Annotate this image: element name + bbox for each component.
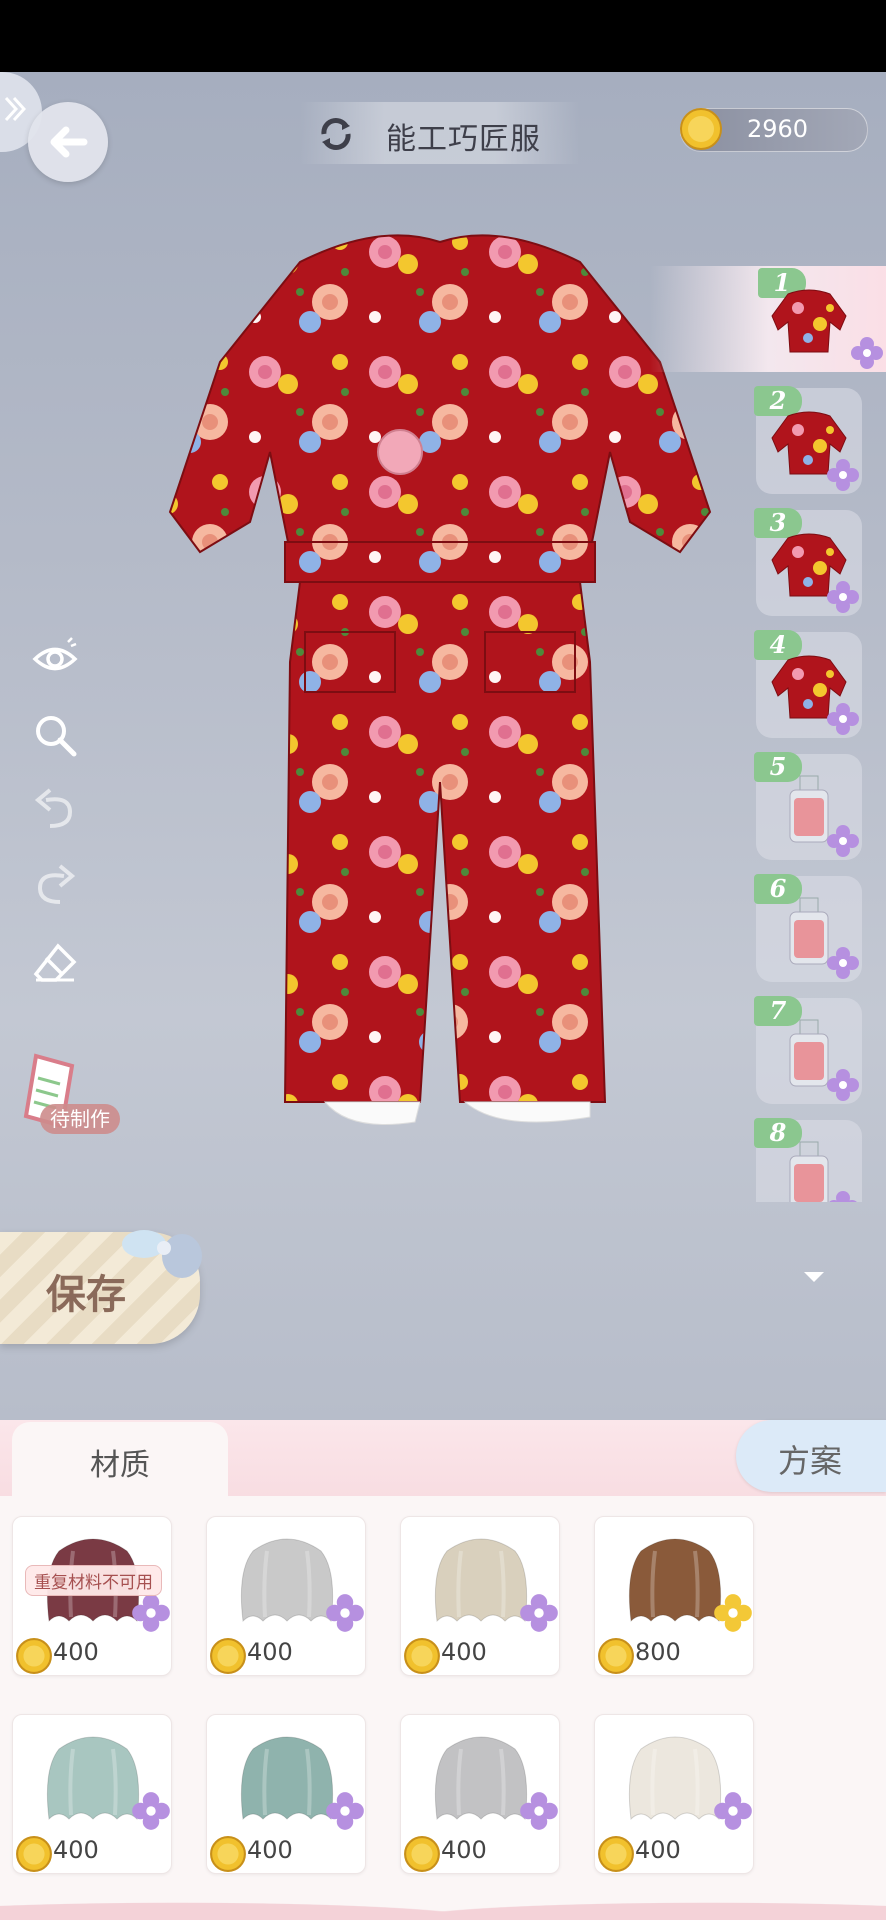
coin-balance: 2960 [680, 108, 868, 152]
pom-pom-shape [377, 429, 423, 475]
slot-item-2[interactable]: 2 [754, 386, 862, 494]
right-ruffle-shape [463, 1101, 591, 1123]
page-title: 能工巧匠服 [386, 122, 541, 157]
coin-icon [16, 1836, 52, 1872]
undo-button[interactable] [28, 782, 82, 836]
tab-scheme[interactable]: 方案 [736, 1420, 886, 1492]
pending-label: 待制作 [40, 1104, 120, 1134]
purple-flower-icon [132, 1792, 170, 1830]
redo-icon [37, 864, 76, 904]
coin-icon [404, 1836, 440, 1872]
purple-flower-icon [827, 703, 859, 735]
back-button[interactable] [28, 102, 108, 182]
jacket-shape [168, 234, 712, 554]
slot-item-5[interactable]: 5 [754, 752, 862, 860]
coin-icon [680, 108, 722, 150]
slot-item-8[interactable]: 8 [754, 1118, 862, 1202]
visibility-eye-icon [32, 637, 78, 671]
slot-item-4[interactable]: 4 [754, 630, 862, 738]
material-price: 400 [247, 1638, 293, 1666]
material-card[interactable]: 400 [594, 1714, 754, 1874]
purple-flower-icon [827, 581, 859, 613]
coin-icon [598, 1836, 634, 1872]
material-card[interactable]: 400 [206, 1714, 366, 1874]
eraser-button[interactable] [28, 936, 82, 990]
material-price: 400 [441, 1836, 487, 1864]
save-label: 保存 [46, 1271, 126, 1318]
material-price: 400 [53, 1638, 99, 1666]
redo-button[interactable] [28, 858, 82, 912]
jacket-thumbnail-icon [771, 289, 847, 353]
tab-material[interactable]: 材质 [12, 1422, 228, 1498]
material-card[interactable]: 400 重复材料不可用 [12, 1516, 172, 1676]
back-arrow-icon [50, 126, 88, 158]
purple-flower-icon [326, 1594, 364, 1632]
purple-flower-icon [851, 337, 883, 369]
toggle-visibility-button[interactable] [28, 632, 82, 686]
waistband-shape [284, 541, 596, 583]
material-card[interactable]: 400 [206, 1516, 366, 1676]
purple-flower-icon [827, 459, 859, 491]
coin-icon [598, 1638, 634, 1674]
left-ruffle-shape [323, 1101, 421, 1125]
purple-flower-icon [520, 1594, 558, 1632]
left-pocket-shape [304, 631, 396, 693]
purple-flower-icon [520, 1792, 558, 1830]
coin-icon [210, 1836, 246, 1872]
double-chevron-icon [4, 96, 26, 122]
right-pocket-shape [484, 631, 576, 693]
slot-item-1[interactable]: 1 [650, 266, 886, 372]
material-price: 400 [441, 1638, 487, 1666]
material-price: 400 [53, 1836, 99, 1864]
title-bar: 能工巧匠服 [300, 102, 580, 164]
purple-flower-icon [827, 947, 859, 979]
undo-icon [34, 788, 73, 828]
slot-item-7[interactable]: 7 [754, 996, 862, 1104]
zoom-button[interactable] [28, 708, 82, 762]
purple-flower-icon [827, 1191, 859, 1202]
purple-flower-icon [827, 825, 859, 857]
material-card[interactable]: 400 [12, 1714, 172, 1874]
purple-flower-icon [714, 1792, 752, 1830]
tab-scheme-label: 方案 [778, 1442, 843, 1480]
gold-flower-icon [714, 1594, 752, 1632]
scroll-down-icon[interactable] [802, 1270, 826, 1284]
slot-item-3[interactable]: 3 [754, 508, 862, 616]
material-card[interactable]: 800 [594, 1516, 754, 1676]
design-slot-list: 1 2 3 4 5 6 7 8 [650, 192, 886, 1202]
coin-count: 2960 [747, 115, 809, 143]
bottom-decoration [0, 1880, 886, 1920]
switch-design-icon[interactable] [316, 114, 356, 154]
slot-item-6[interactable]: 6 [754, 874, 862, 982]
purple-flower-icon [326, 1792, 364, 1830]
unavailable-badge: 重复材料不可用 [25, 1565, 162, 1596]
coin-icon [404, 1638, 440, 1674]
material-card[interactable]: 400 [400, 1516, 560, 1676]
eraser-icon [33, 943, 77, 982]
purple-flower-icon [827, 1069, 859, 1101]
zoom-icon [36, 716, 77, 757]
pending-craft-button[interactable]: 待制作 [22, 1052, 132, 1162]
purple-flower-icon [132, 1594, 170, 1632]
coin-icon [16, 1638, 52, 1674]
material-price: 400 [635, 1836, 681, 1864]
material-card[interactable]: 400 [400, 1714, 560, 1874]
material-price: 400 [247, 1836, 293, 1864]
design-stage: 能工巧匠服 2960 待制作 保存 1 2 3 4 5 6 7 8 [0, 72, 886, 1420]
status-bar [0, 0, 886, 72]
coin-icon [210, 1638, 246, 1674]
tab-material-label: 材质 [90, 1448, 150, 1483]
bow-decoration-icon [122, 1230, 202, 1278]
save-button[interactable]: 保存 [0, 1230, 202, 1344]
material-price: 800 [635, 1638, 681, 1666]
